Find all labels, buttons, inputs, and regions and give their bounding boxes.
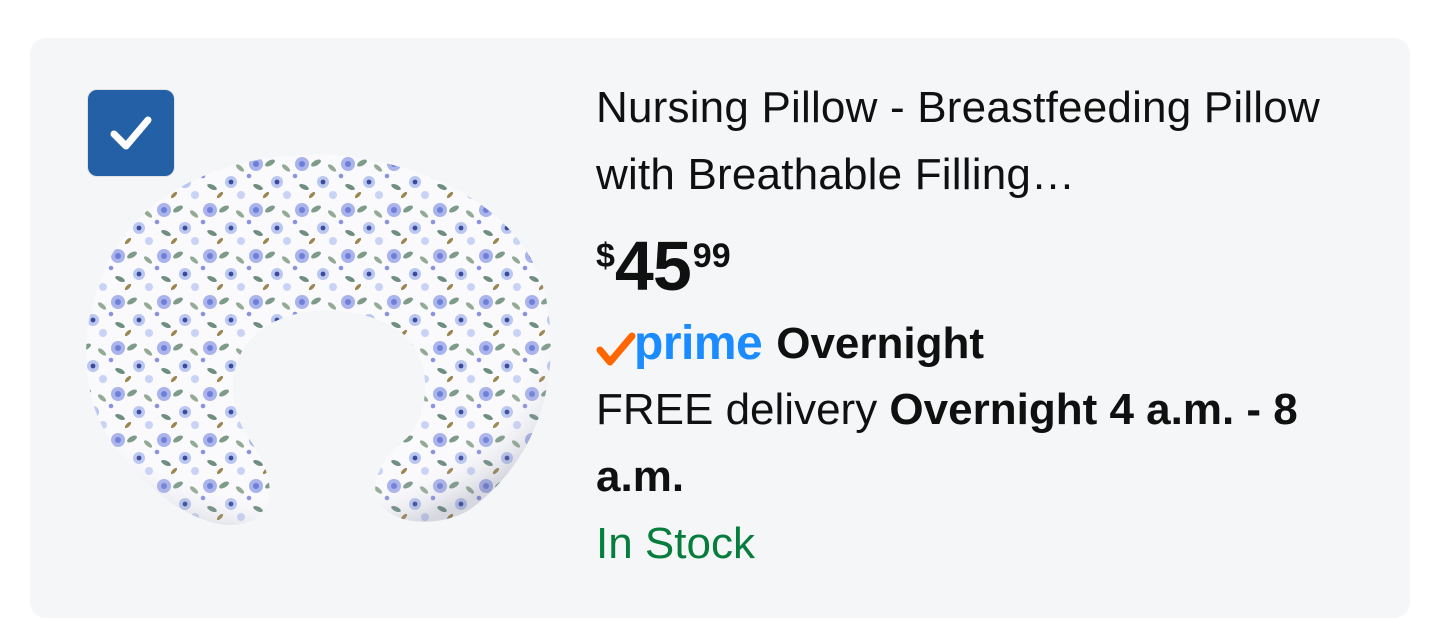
prime-wordmark: prime — [634, 317, 763, 370]
stock-status: In Stock — [596, 519, 755, 568]
prime-check-icon — [596, 332, 636, 366]
product-price: $ 45 99 — [596, 228, 1386, 304]
product-info: Nursing Pillow - Breastfeeding Pillow wi… — [596, 74, 1386, 577]
price-symbol: $ — [596, 237, 615, 275]
price-whole: 45 — [614, 227, 692, 305]
checkmark-icon — [110, 116, 152, 150]
prime-logo: prime — [596, 317, 763, 370]
select-checkbox[interactable] — [88, 90, 174, 176]
delivery-info: FREE delivery Overnight 4 a.m. - 8 a.m. — [596, 376, 1386, 510]
delivery-prefix: FREE delivery — [596, 385, 878, 434]
prime-tier: Overnight — [776, 319, 985, 368]
product-title[interactable]: Nursing Pillow - Breastfeeding Pillow wi… — [596, 74, 1386, 208]
prime-badge: prime Overnight — [596, 312, 1386, 376]
price-fraction: 99 — [692, 237, 731, 275]
product-card[interactable]: Nursing Pillow - Breastfeeding Pillow wi… — [30, 38, 1410, 618]
